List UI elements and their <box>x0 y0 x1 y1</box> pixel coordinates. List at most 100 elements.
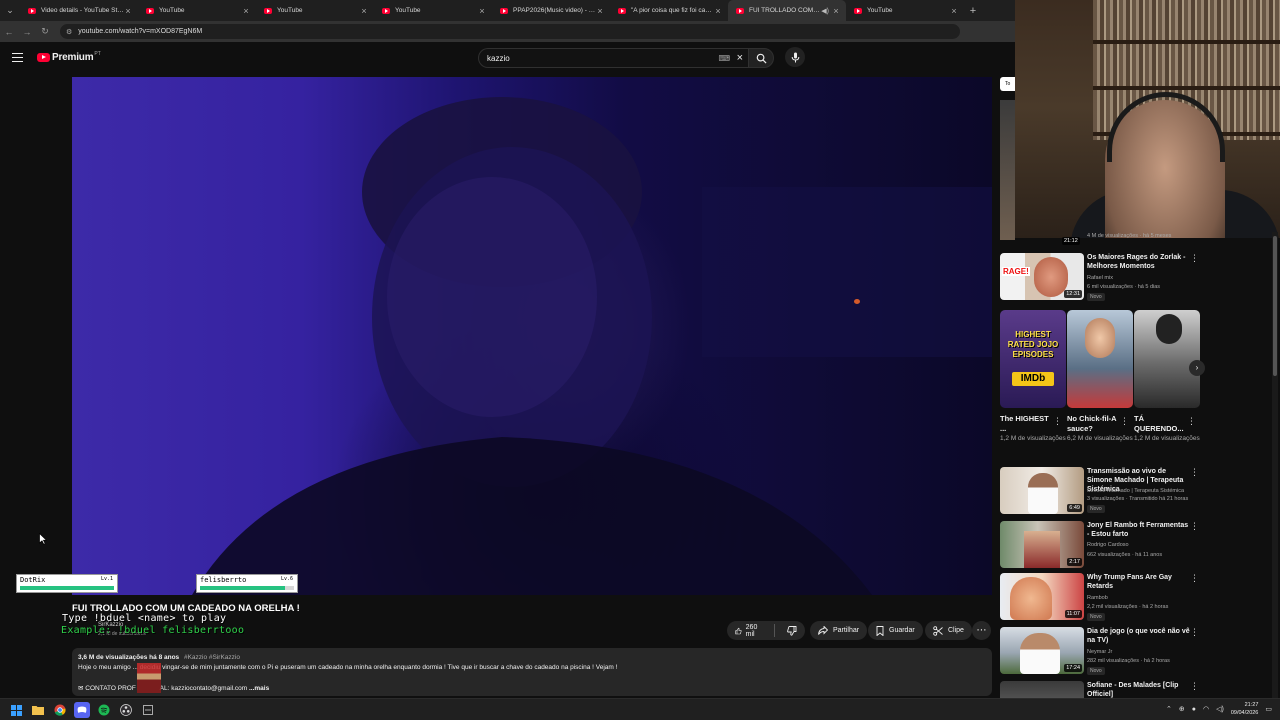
taskbar-clock[interactable]: 21:27 09/04/2026 <box>1231 701 1259 717</box>
sidebar-scrollbar[interactable] <box>1272 232 1278 698</box>
video-thumbnail[interactable]: 6:49 <box>1000 467 1084 514</box>
more-options-icon[interactable]: ⋮ <box>1190 627 1199 638</box>
short-title[interactable]: The HIGHEST ... <box>1000 414 1052 434</box>
short-title[interactable]: TÁ QUERENDO... <box>1134 414 1186 434</box>
close-icon[interactable]: × <box>124 6 132 16</box>
more-options-icon[interactable]: ⋮ <box>1190 681 1199 692</box>
app-icon[interactable] <box>140 702 156 718</box>
video-thumbnail[interactable]: 2:17 <box>1000 521 1084 568</box>
browser-tab[interactable]: YouTube × <box>846 0 964 21</box>
forward-arrow-icon[interactable]: → <box>18 27 36 37</box>
channel-name[interactable]: Rambob <box>1087 595 1197 602</box>
search-button[interactable] <box>748 48 774 68</box>
close-icon[interactable]: × <box>832 6 840 16</box>
youtube-premium-logo[interactable]: Premium PT <box>37 51 101 63</box>
close-icon[interactable]: × <box>478 6 486 16</box>
short-item[interactable]: HIGHEST RATED JOJO EPISODES IMDb The HIG… <box>1000 310 1066 444</box>
filter-chip[interactable]: To <box>1000 77 1015 91</box>
chevron-up-icon[interactable]: ⌃ <box>1166 705 1172 713</box>
browser-tab-active[interactable]: FUI TROLLADO COM UM CADEADO◀)× <box>728 0 846 21</box>
browser-tab[interactable]: "A pior coisa que fiz foi casar" - YouTu… <box>610 0 728 21</box>
hashtags[interactable]: #Kazzio #SirKazzio <box>184 654 240 661</box>
video-thumbnail[interactable]: 11:07 <box>1000 573 1084 620</box>
channel-name[interactable]: Simone Machado | Terapeuta Sistémica <box>1087 488 1197 495</box>
close-icon[interactable]: × <box>360 6 368 16</box>
file-explorer-icon[interactable] <box>30 702 46 718</box>
obs-icon[interactable] <box>118 702 134 718</box>
tab-search-icon[interactable]: ⌄ <box>0 0 20 21</box>
share-button[interactable]: Partilhar <box>810 621 868 640</box>
video-title[interactable]: Dia de jogo (o que você não vê na TV) <box>1087 627 1192 645</box>
video-thumbnail[interactable] <box>1000 681 1084 698</box>
browser-tab[interactable]: YouTube × <box>374 0 492 21</box>
close-icon[interactable]: × <box>242 6 250 16</box>
video-title[interactable]: Sofiane - Des Malades [Clip Officiel] <box>1087 681 1192 698</box>
sidebar-video[interactable]: 2:17 Jony El Rambo ft Ferramentas - Esto… <box>1000 521 1205 571</box>
spotify-icon[interactable] <box>96 702 112 718</box>
clear-search-icon[interactable]: × <box>737 52 743 64</box>
more-options-icon[interactable]: ⋮ <box>1187 416 1196 427</box>
sidebar-video[interactable]: 11:07 Why Trump Fans Are Gay Retards Ram… <box>1000 573 1205 623</box>
scrollbar-thumb[interactable] <box>1273 236 1277 376</box>
notifications-icon[interactable]: ▭ <box>1265 705 1272 713</box>
short-item[interactable]: No Chick-fil-A sauce? 6,2 M de visualiza… <box>1067 310 1133 444</box>
sidebar-video[interactable]: RAGE! 12:31 Os Maiores Rages do Zorlak -… <box>1000 253 1205 303</box>
video-title[interactable]: Jony El Rambo ft Ferramentas - Estou far… <box>1087 521 1192 539</box>
short-title[interactable]: No Chick-fil-A sauce? <box>1067 414 1119 434</box>
sidebar-thumbnail-partial[interactable] <box>1000 100 1015 240</box>
sidebar-video[interactable]: 6:49 Transmissão ao vivo de Simone Macha… <box>1000 467 1205 517</box>
channel-name[interactable]: Rafael mix <box>1087 275 1197 282</box>
close-icon[interactable]: × <box>950 6 958 16</box>
description-box[interactable]: 3,6 M de visualizações há 8 anos #Kazzio… <box>72 648 992 696</box>
video-title[interactable]: Why Trump Fans Are Gay Retards <box>1087 573 1192 591</box>
wifi-icon[interactable]: ◠ <box>1203 705 1209 713</box>
mic-tray-icon[interactable]: ● <box>1192 706 1196 713</box>
channel-name[interactable]: Rodrigo Cardoso <box>1087 542 1197 549</box>
more-actions-icon[interactable]: ⋯ <box>972 621 991 640</box>
voice-search-button[interactable] <box>785 47 805 67</box>
search-input[interactable] <box>487 53 707 63</box>
new-tab-plus-icon[interactable]: + <box>964 5 982 17</box>
sidebar-video[interactable]: Sofiane - Des Malades [Clip Officiel] ⋮ <box>1000 681 1205 698</box>
more-options-icon[interactable]: ⋮ <box>1120 416 1129 427</box>
more-options-icon[interactable]: ⋮ <box>1190 253 1199 264</box>
keyboard-icon[interactable]: ⌨ <box>718 54 730 63</box>
more-options-icon[interactable]: ⋮ <box>1190 467 1199 478</box>
video-thumbnail[interactable]: 17:24 <box>1000 627 1084 674</box>
more-options-icon[interactable]: ⋮ <box>1190 573 1199 584</box>
browser-tab[interactable]: YouTube × <box>256 0 374 21</box>
speaker-icon[interactable]: ◀) <box>821 7 829 15</box>
reload-icon[interactable]: ↻ <box>36 26 54 37</box>
more-options-icon[interactable]: ⋮ <box>1190 521 1199 532</box>
dislike-button[interactable] <box>779 621 805 640</box>
save-button[interactable]: Guardar <box>868 621 923 640</box>
clip-button[interactable]: Clipe <box>925 621 972 640</box>
short-thumbnail[interactable] <box>1134 310 1200 408</box>
short-thumbnail[interactable]: HIGHEST RATED JOJO EPISODES IMDb <box>1000 310 1066 408</box>
site-info-icon[interactable]: ⚙ <box>66 28 72 36</box>
more-options-icon[interactable]: ⋮ <box>1053 416 1062 427</box>
video-thumbnail[interactable]: RAGE! 12:31 <box>1000 253 1084 300</box>
windows-start-icon[interactable] <box>8 702 24 718</box>
browser-tab[interactable]: YouTube × <box>138 0 256 21</box>
sidebar-video[interactable]: 17:24 Dia de jogo (o que você não vê na … <box>1000 627 1205 677</box>
video-title[interactable]: Os Maiores Rages do Zorlak - Melhores Mo… <box>1087 253 1192 271</box>
channel-name[interactable]: Neymar Jr <box>1087 649 1197 656</box>
discord-icon[interactable] <box>74 702 90 718</box>
chrome-icon[interactable] <box>52 702 68 718</box>
browser-tab[interactable]: PPAP2026(Music video) - YouTube× <box>492 0 610 21</box>
chevron-right-icon[interactable]: › <box>1189 360 1205 376</box>
menu-icon[interactable] <box>12 53 23 62</box>
like-button[interactable]: 260 mil <box>727 621 769 640</box>
short-item[interactable]: TÁ QUERENDO... 1,2 M de visualizações ⋮ <box>1134 310 1200 444</box>
close-icon[interactable]: × <box>714 6 722 16</box>
short-thumbnail[interactable] <box>1067 310 1133 408</box>
browser-tab[interactable]: Video details - YouTube Studio × <box>20 0 138 21</box>
network-icon[interactable]: ⊕ <box>1179 705 1185 713</box>
video-player[interactable] <box>72 77 992 595</box>
url-field[interactable]: ⚙ youtube.com/watch?v=mXOD87EgN6M <box>60 24 960 39</box>
show-more-link[interactable]: ...mais <box>249 685 269 692</box>
close-icon[interactable]: × <box>596 6 604 16</box>
volume-icon[interactable]: ◁) <box>1216 705 1224 713</box>
back-arrow-icon[interactable]: ← <box>0 27 18 37</box>
